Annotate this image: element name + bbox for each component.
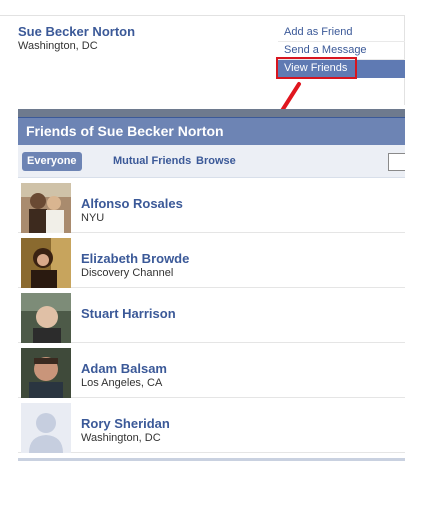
avatar[interactable] [21, 403, 71, 453]
list-item: Alfonso Rosales NYU [18, 178, 405, 233]
list-item: Elizabeth Browde Discovery Channel [18, 233, 405, 288]
list-item: Stuart Harrison [18, 288, 405, 343]
friends-panel: Friends of Sue Becker Norton Everyone Mu… [18, 117, 405, 467]
avatar[interactable] [21, 348, 71, 398]
profile-name-link[interactable]: Sue Becker Norton [18, 24, 135, 39]
annotation-highlight-box [276, 57, 357, 79]
friend-network: Washington, DC [81, 432, 161, 444]
photo-strip [18, 109, 405, 117]
list-item: Adam Balsam Los Angeles, CA [18, 343, 405, 398]
friend-name-link[interactable]: Rory Sheridan [81, 416, 170, 431]
add-as-friend-link[interactable]: Add as Friend [278, 24, 405, 42]
tab-browse[interactable]: Browse [191, 152, 241, 171]
friend-name-link[interactable]: Alfonso Rosales [81, 196, 183, 211]
avatar[interactable] [21, 293, 71, 343]
friend-name-link[interactable]: Stuart Harrison [81, 306, 176, 321]
divider [0, 15, 405, 16]
friend-list: Alfonso Rosales NYU Elizabeth Browde Dis… [18, 178, 405, 453]
find-friends-input[interactable] [388, 153, 405, 171]
tab-mutual-friends[interactable]: Mutual Friends [108, 152, 196, 171]
tab-everyone[interactable]: Everyone [22, 152, 82, 171]
list-item: Rory Sheridan Washington, DC [18, 398, 405, 453]
friends-panel-title: Friends of Sue Becker Norton [18, 117, 405, 145]
profile-location: Washington, DC [18, 40, 98, 52]
friends-filter-bar: Everyone Mutual Friends Browse [18, 145, 405, 178]
avatar[interactable] [21, 183, 71, 233]
friend-network: Los Angeles, CA [81, 377, 163, 389]
friend-network: Discovery Channel [81, 267, 174, 279]
divider [18, 458, 405, 461]
friend-name-link[interactable]: Adam Balsam [81, 361, 167, 376]
friend-network: NYU [81, 212, 105, 224]
profile-card: Sue Becker Norton Washington, DC Add as … [0, 0, 405, 140]
avatar[interactable] [21, 238, 71, 288]
friend-name-link[interactable]: Elizabeth Browde [81, 251, 189, 266]
